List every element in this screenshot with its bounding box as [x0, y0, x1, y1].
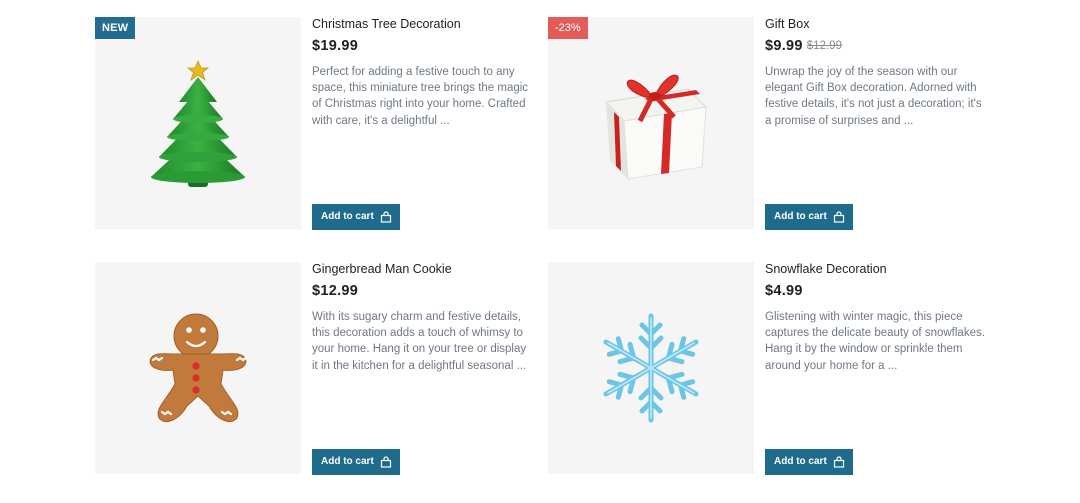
add-to-cart-label: Add to cart [774, 211, 827, 222]
product-price: $9.99 [765, 38, 803, 54]
product-image[interactable] [548, 262, 754, 474]
product-image[interactable]: -23% [548, 17, 754, 229]
product-card: Gingerbread Man Cookie $12.99 With its s… [95, 262, 537, 475]
add-to-cart-label: Add to cart [774, 456, 827, 467]
product-description: Unwrap the joy of the season with our el… [765, 66, 982, 127]
add-to-cart-button[interactable]: Add to cart [765, 204, 853, 230]
product-info: Gift Box $9.99 $12.99 Unwrap the joy of t… [765, 17, 990, 230]
new-badge: NEW [95, 17, 136, 39]
price-row: $12.99 [312, 282, 358, 300]
product-info: Gingerbread Man Cookie $12.99 With its s… [312, 262, 537, 475]
discount-badge: -23% [548, 17, 588, 39]
add-to-cart-button[interactable]: Add to cart [765, 449, 853, 475]
christmas-tree-icon [151, 59, 245, 187]
add-to-cart-button[interactable]: Add to cart [312, 204, 400, 230]
original-price: $12.99 [806, 40, 842, 52]
product-card: Snowflake Decoration $4.99 Glistening wi… [548, 262, 990, 475]
gingerbread-man-icon [149, 313, 248, 422]
add-to-cart-label: Add to cart [321, 456, 374, 467]
shopping-bag-icon [380, 211, 391, 223]
product-card: NEW Christmas Tree Decoration $19.99 Per… [95, 17, 537, 230]
product-image[interactable] [95, 262, 301, 474]
shopping-bag-icon [833, 456, 844, 468]
product-description: Perfect for adding a festive touch to an… [312, 66, 529, 127]
price-row: $19.99 [312, 37, 358, 55]
shopping-bag-icon [833, 211, 844, 223]
product-price: $19.99 [312, 38, 359, 54]
add-to-cart-button[interactable]: Add to cart [312, 449, 400, 475]
add-to-cart-label: Add to cart [321, 211, 374, 222]
product-title[interactable]: Snowflake Decoration [765, 262, 887, 276]
product-card: -23% Gift Box $9.99 $12.99 Unwrap the joy… [548, 17, 990, 230]
snowflake-icon [548, 313, 754, 474]
product-info: Snowflake Decoration $4.99 Glistening wi… [765, 262, 990, 475]
shopping-bag-icon [380, 456, 391, 468]
price-row: $4.99 [765, 282, 803, 300]
gift-box-icon [604, 74, 708, 180]
product-info: Christmas Tree Decoration $19.99 Perfect… [312, 17, 537, 230]
price-row: $9.99 $12.99 [765, 37, 842, 55]
product-description: Glistening with winter magic, this piece… [765, 311, 985, 372]
product-title[interactable]: Gingerbread Man Cookie [312, 262, 452, 276]
product-description: With its sugary charm and festive detail… [312, 311, 527, 372]
product-price: $12.99 [312, 283, 359, 299]
product-title[interactable]: Gift Box [765, 17, 809, 31]
product-title[interactable]: Christmas Tree Decoration [312, 17, 461, 31]
product-price: $4.99 [765, 283, 803, 299]
product-image[interactable]: NEW [95, 17, 301, 229]
